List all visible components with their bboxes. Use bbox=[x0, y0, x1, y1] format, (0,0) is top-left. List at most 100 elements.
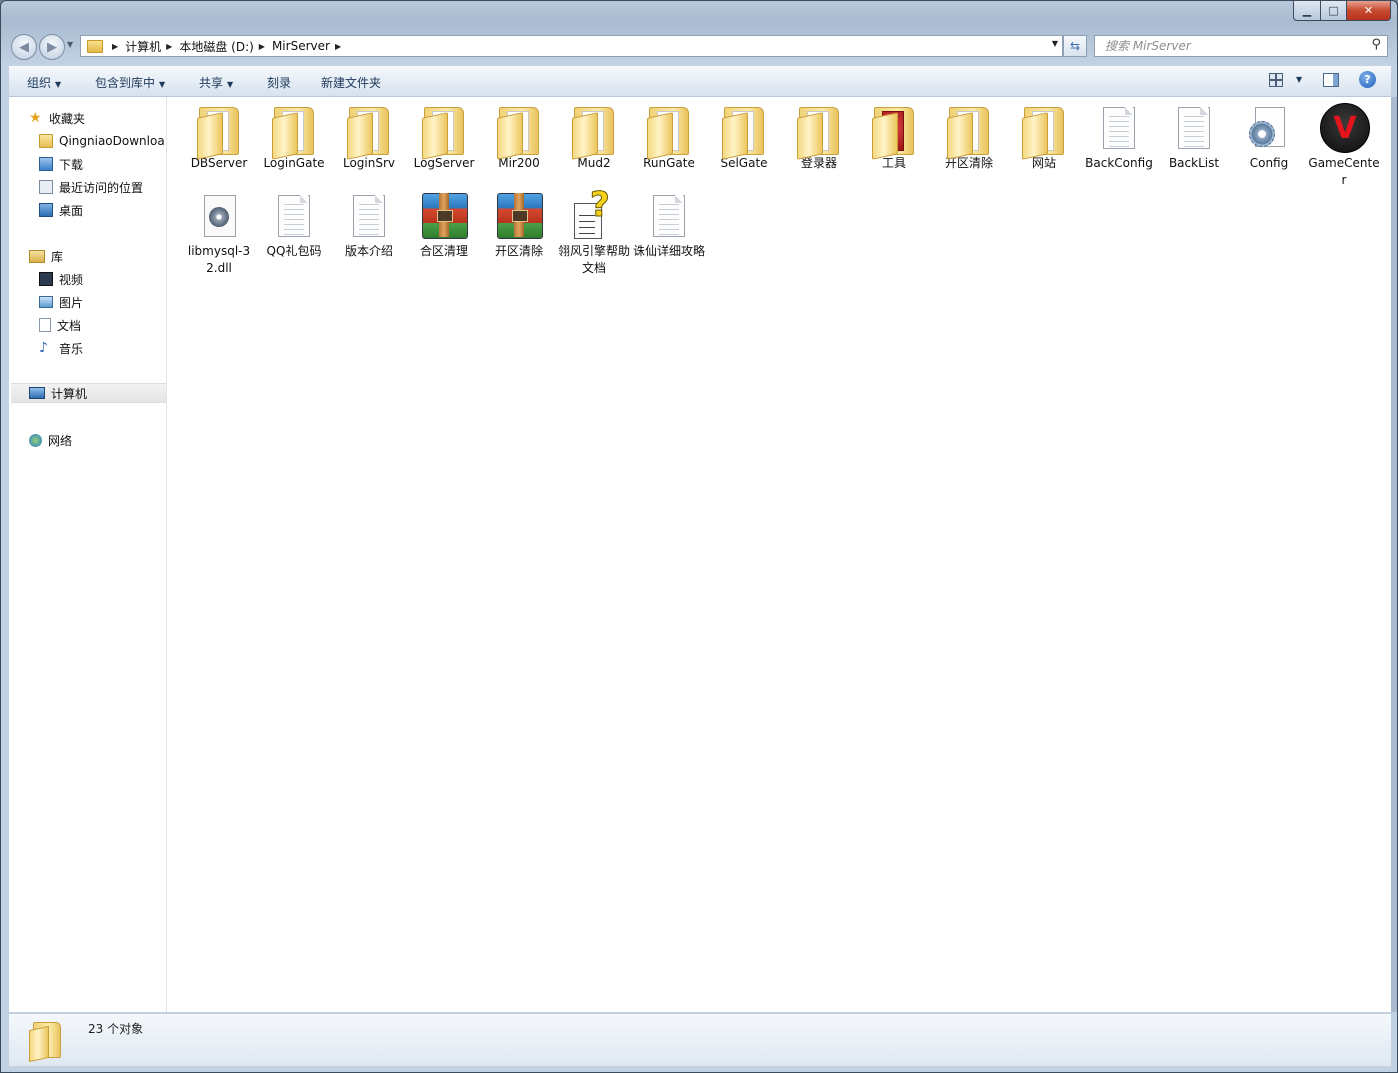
folder-icon bbox=[345, 103, 393, 160]
change-view-icon[interactable] bbox=[1269, 73, 1283, 87]
help-file-icon: ? bbox=[570, 185, 618, 243]
sidebar-item-computer[interactable]: 计算机 bbox=[11, 383, 166, 403]
file-item[interactable]: DBServer bbox=[183, 103, 255, 172]
sidebar-item-recent-places[interactable]: 最近访问的位置 bbox=[39, 177, 143, 197]
file-list[interactable]: DBServer LoginGate LoginSrv LogServer Mir200… bbox=[167, 97, 1391, 1012]
folder-icon bbox=[645, 103, 693, 160]
forward-button[interactable]: ▶ bbox=[39, 34, 65, 60]
folder-icon bbox=[870, 103, 918, 160]
chevron-right-icon[interactable]: ▶ bbox=[166, 42, 172, 51]
help-icon[interactable]: ? bbox=[1359, 71, 1376, 88]
organize-menu[interactable]: 组织 ▼ bbox=[27, 74, 61, 91]
sidebar-item-downloads[interactable]: 下载 bbox=[39, 154, 83, 174]
file-label: BackList bbox=[1168, 156, 1220, 170]
recent-pages-dropdown[interactable]: ▼ bbox=[67, 40, 73, 49]
sidebar-item-favorites[interactable]: ★ 收藏夹 bbox=[29, 108, 85, 128]
minimize-button[interactable]: ▁ bbox=[1293, 1, 1321, 21]
file-label: LoginGate bbox=[263, 156, 325, 170]
game-center-icon: V bbox=[1320, 103, 1370, 155]
sidebar-item-music[interactable]: ♪ 音乐 bbox=[39, 338, 83, 358]
sidebar-item-libraries[interactable]: 库 bbox=[29, 246, 63, 266]
file-item[interactable]: V GameCenter bbox=[1308, 103, 1380, 189]
sidebar-item-videos[interactable]: 视频 bbox=[39, 269, 83, 289]
file-item[interactable]: QQ礼包码 bbox=[258, 191, 330, 260]
file-label: RunGate bbox=[643, 156, 695, 170]
breadcrumb-computer[interactable]: 计算机 bbox=[125, 38, 161, 55]
file-item[interactable]: LoginSrv bbox=[333, 103, 405, 172]
close-button[interactable]: ✕ bbox=[1347, 1, 1391, 21]
document-icon bbox=[1170, 103, 1218, 155]
sidebar-item-label: 网络 bbox=[48, 433, 73, 448]
organize-label: 组织 bbox=[27, 76, 52, 90]
file-item[interactable]: RunGate bbox=[633, 103, 705, 172]
chevron-down-icon[interactable]: ▼ bbox=[1052, 39, 1058, 48]
chevron-down-icon: ▼ bbox=[227, 80, 234, 89]
file-item[interactable]: libmysql-32.dll bbox=[183, 191, 255, 277]
chevron-right-icon[interactable]: ▶ bbox=[335, 42, 341, 51]
network-icon bbox=[29, 433, 42, 447]
sidebar-item-network[interactable]: 网络 bbox=[29, 430, 72, 450]
address-bar[interactable]: ▶ 计算机 ▶ 本地磁盘 (D:) ▶ MirServer ▶ ▼ bbox=[80, 35, 1063, 57]
sidebar-item-desktop[interactable]: 桌面 bbox=[39, 200, 83, 220]
folder-icon bbox=[195, 103, 243, 160]
file-item[interactable]: 诛仙详细攻略 bbox=[633, 191, 705, 260]
sidebar-item-label: QingniaoDownloa bbox=[59, 134, 165, 148]
file-item[interactable]: LoginGate bbox=[258, 103, 330, 172]
file-item[interactable]: 登录器 bbox=[783, 103, 855, 172]
new-folder-button[interactable]: 新建文件夹 bbox=[321, 74, 381, 91]
navigation-pane: ★ 收藏夹 QingniaoDownloa 下载 最近访问的位置 桌面 库 视频 bbox=[9, 97, 167, 1012]
star-icon: ★ bbox=[29, 110, 42, 126]
share-menu[interactable]: 共享 ▼ bbox=[199, 74, 233, 91]
include-in-library-menu[interactable]: 包含到库中 ▼ bbox=[95, 74, 165, 91]
document-icon bbox=[39, 318, 51, 332]
chevron-down-icon[interactable]: ▼ bbox=[1296, 75, 1302, 84]
burn-button[interactable]: 刻录 bbox=[267, 74, 291, 91]
breadcrumb-mirserver[interactable]: MirServer bbox=[272, 39, 330, 53]
preview-pane-icon[interactable] bbox=[1323, 73, 1339, 87]
object-count: 23 个对象 bbox=[88, 1022, 144, 1036]
sidebar-item-documents[interactable]: 文档 bbox=[39, 315, 81, 335]
sidebar-item-label: 视频 bbox=[59, 272, 84, 287]
sidebar-item-label: 下载 bbox=[59, 157, 84, 172]
search-input[interactable] bbox=[1103, 37, 1367, 55]
search-box[interactable]: ⚲ bbox=[1094, 35, 1388, 57]
file-item[interactable]: Mir200 bbox=[483, 103, 555, 172]
sidebar-item-pictures[interactable]: 图片 bbox=[39, 292, 83, 312]
back-button[interactable]: ◀ bbox=[11, 34, 37, 60]
file-item[interactable]: ? 翎风引擎帮助文档 bbox=[558, 185, 630, 277]
archive-icon bbox=[420, 191, 468, 243]
file-label: 登录器 bbox=[800, 156, 837, 170]
file-item[interactable]: SelGate bbox=[708, 103, 780, 172]
refresh-button[interactable]: ⇆ bbox=[1063, 35, 1087, 57]
sidebar-item-qingniaodownload[interactable]: QingniaoDownloa bbox=[39, 131, 165, 151]
include-in-library-label: 包含到库中 bbox=[95, 76, 156, 90]
file-item[interactable]: BackList bbox=[1158, 103, 1230, 172]
file-item[interactable]: 工具 bbox=[858, 103, 930, 172]
chevron-right-icon[interactable]: ▶ bbox=[259, 42, 265, 51]
maximize-button[interactable]: □ bbox=[1321, 1, 1347, 21]
file-item[interactable]: 网站 bbox=[1008, 103, 1080, 172]
breadcrumb-local-disk[interactable]: 本地磁盘 (D:) bbox=[179, 38, 253, 55]
file-item[interactable]: 开区清除 bbox=[483, 191, 555, 260]
folder-icon bbox=[420, 103, 468, 160]
refresh-icon: ⇆ bbox=[1069, 39, 1081, 53]
details-pane: 23 个对象 bbox=[9, 1013, 1391, 1066]
file-item[interactable]: 版本介绍 bbox=[333, 191, 405, 260]
document-icon bbox=[645, 191, 693, 243]
file-item[interactable]: Mud2 bbox=[558, 103, 630, 172]
video-icon bbox=[39, 272, 53, 286]
document-icon bbox=[270, 191, 318, 243]
file-label: QQ礼包码 bbox=[266, 244, 322, 258]
file-item[interactable]: LogServer bbox=[408, 103, 480, 172]
file-item[interactable]: 合区清理 bbox=[408, 191, 480, 260]
sidebar-item-label: 计算机 bbox=[51, 386, 88, 401]
folder-icon bbox=[570, 103, 618, 160]
file-item[interactable]: 开区清除 bbox=[933, 103, 1005, 172]
chevron-right-icon[interactable]: ▶ bbox=[112, 42, 118, 51]
file-label: Config bbox=[1249, 156, 1289, 170]
sidebar-item-label: 音乐 bbox=[59, 341, 84, 356]
file-item[interactable]: BackConfig bbox=[1083, 103, 1155, 172]
file-item[interactable]: Config bbox=[1233, 103, 1305, 172]
search-icon[interactable]: ⚲ bbox=[1371, 37, 1381, 52]
desktop-icon bbox=[39, 203, 53, 217]
